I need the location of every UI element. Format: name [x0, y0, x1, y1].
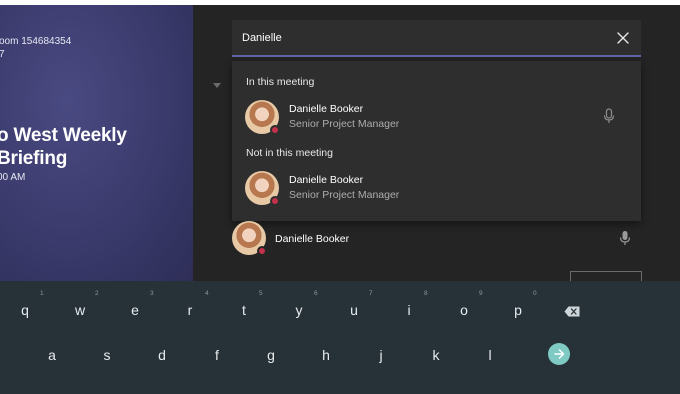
clear-search-button[interactable]: [613, 28, 633, 48]
key-i[interactable]: i: [384, 293, 434, 327]
key-l[interactable]: l: [465, 338, 515, 372]
enter-key[interactable]: [548, 343, 570, 365]
key-q[interactable]: q: [0, 293, 50, 327]
not-in-meeting-header: Not in this meeting: [246, 147, 333, 159]
key-a[interactable]: a: [27, 338, 77, 372]
person-role: Senior Project Manager: [289, 118, 400, 130]
arrow-right-icon: [553, 349, 564, 359]
participant-name: Danielle Booker: [275, 233, 350, 245]
backspace-key[interactable]: [561, 303, 583, 319]
meeting-info-panel: oom 154684354 7 o West Weekly Briefing 0…: [0, 5, 193, 281]
search-results-dropdown: In this meeting Danielle Booker Senior P…: [232, 61, 641, 221]
room-id-text: oom 154684354: [0, 36, 72, 47]
person-role: Senior Project Manager: [289, 189, 400, 201]
person-name: Danielle Booker: [289, 174, 364, 186]
app-frame: oom 154684354 7 o West Weekly Briefing 0…: [0, 0, 680, 394]
meeting-time: 00 AM: [0, 172, 26, 183]
key-d[interactable]: d: [137, 338, 187, 372]
partial-button-outline[interactable]: [570, 271, 642, 281]
microphone-icon[interactable]: [619, 230, 631, 251]
microphone-icon[interactable]: [603, 108, 615, 129]
key-g[interactable]: g: [246, 338, 296, 372]
key-u[interactable]: u: [329, 293, 379, 327]
key-f[interactable]: f: [192, 338, 242, 372]
presence-busy-icon: [270, 125, 280, 135]
collapse-arrow-icon[interactable]: [213, 83, 221, 88]
key-s[interactable]: s: [82, 338, 132, 372]
search-input[interactable]: [242, 29, 602, 47]
meeting-title-line2: Briefing: [0, 148, 68, 169]
participant-row[interactable]: Danielle Booker: [232, 221, 641, 259]
key-k[interactable]: k: [411, 338, 461, 372]
presence-busy-icon: [270, 196, 280, 206]
key-t[interactable]: t: [219, 293, 269, 327]
in-meeting-header: In this meeting: [246, 76, 315, 88]
key-o[interactable]: o: [439, 293, 489, 327]
person-name: Danielle Booker: [289, 103, 364, 115]
key-e[interactable]: e: [110, 293, 160, 327]
key-j[interactable]: j: [356, 338, 406, 372]
presence-busy-icon: [257, 246, 267, 256]
result-person-not-in-meeting[interactable]: Danielle Booker Senior Project Manager: [232, 169, 641, 209]
close-icon: [617, 32, 629, 44]
key-w[interactable]: w: [55, 293, 105, 327]
backspace-icon: [564, 306, 580, 316]
meeting-title-line1: o West Weekly: [0, 125, 127, 146]
key-p[interactable]: p: [493, 293, 543, 327]
result-person-in-meeting[interactable]: Danielle Booker Senior Project Manager: [232, 98, 641, 138]
people-search-box[interactable]: [232, 20, 641, 57]
on-screen-keyboard: 1 q 2 w 3 e 4 r 5 t 6 y 7 u 8 i 9 o 0 p …: [0, 281, 680, 394]
key-r[interactable]: r: [165, 293, 215, 327]
key-y[interactable]: y: [274, 293, 324, 327]
key-h[interactable]: h: [301, 338, 351, 372]
room-id-continuation: 7: [0, 49, 5, 60]
